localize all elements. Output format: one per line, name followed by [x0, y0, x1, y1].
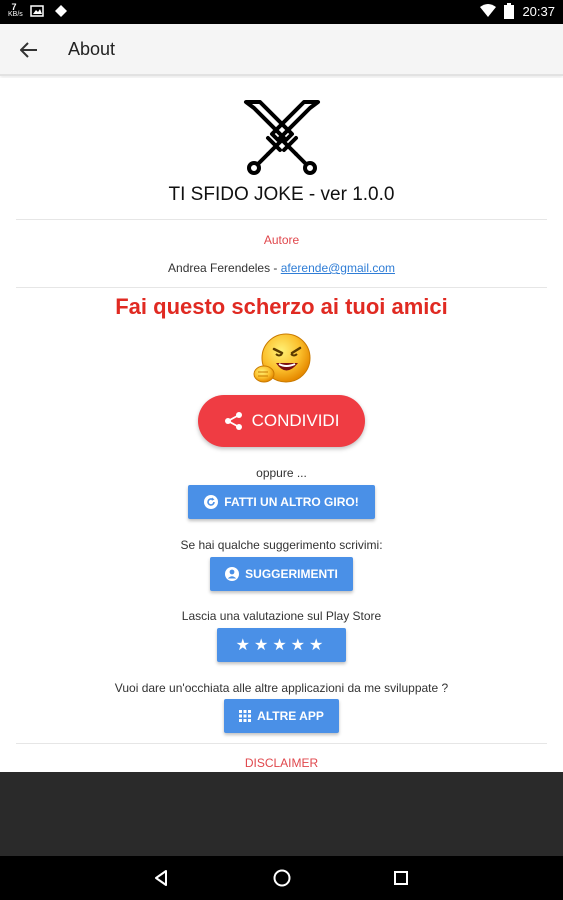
- network-speed-value: 7: [11, 2, 17, 12]
- wifi-icon: [480, 4, 497, 17]
- author-label: Autore: [263, 233, 300, 247]
- nav-back-icon: [155, 870, 167, 886]
- promo-headline: Fai questo scherzo ai tuoi amici: [115, 294, 448, 319]
- divider: [16, 219, 547, 220]
- nav-home-icon: [273, 869, 291, 887]
- page-title: About: [68, 39, 116, 59]
- more-apps-label: ALTRE APP: [257, 709, 324, 723]
- divider: [16, 287, 547, 288]
- author-name: Andrea Ferendeles -: [168, 261, 281, 275]
- laughing-emoji-icon: [253, 333, 311, 383]
- nav-home-button[interactable]: [267, 866, 297, 890]
- app-bar: About: [0, 24, 563, 76]
- status-bar: 7 KB/s 20:37: [0, 0, 563, 24]
- share-button[interactable]: CONDIVIDI: [198, 395, 365, 447]
- back-button[interactable]: [14, 36, 44, 64]
- nav-recents-icon: [394, 871, 408, 885]
- play-again-label: FATTI UN ALTRO GIRO!: [224, 495, 359, 509]
- disclaimer-link[interactable]: DISCLAIMER: [0, 756, 563, 770]
- more-apps-button[interactable]: ALTRE APP: [224, 699, 339, 733]
- suggestions-label: SUGGERIMENTI: [245, 567, 338, 581]
- crossed-swords-icon: [244, 100, 320, 175]
- image-icon: [30, 5, 44, 17]
- share-icon: [224, 412, 242, 430]
- back-arrow-icon: [20, 42, 37, 58]
- rate-text: Lascia una valutazione sul Play Store: [181, 609, 382, 623]
- suggestions-button[interactable]: SUGGERIMENTI: [210, 557, 353, 591]
- battery-icon: [504, 3, 515, 19]
- nav-back-button[interactable]: [146, 866, 176, 890]
- status-right: 20:37: [480, 3, 555, 19]
- play-again-button[interactable]: FATTI UN ALTRO GIRO!: [188, 485, 375, 519]
- rating-stars: ★★★★★: [235, 637, 328, 654]
- nav-recents-button[interactable]: [386, 866, 416, 890]
- grid-icon: [239, 710, 252, 722]
- clock: 20:37: [522, 3, 555, 19]
- account-icon: [225, 567, 240, 581]
- divider: [16, 743, 547, 744]
- author-email-link[interactable]: aferende@gmail.com: [281, 261, 395, 275]
- network-speed-unit: KB/s: [8, 11, 23, 18]
- share-button-label: CONDIVIDI: [251, 411, 340, 430]
- more-apps-text: Vuoi dare un'occhiata alle altre applica…: [114, 681, 449, 695]
- tag-icon: [55, 5, 67, 17]
- ad-banner-area[interactable]: [0, 772, 563, 856]
- suggest-text: Se hai qualche suggerimento scrivimi:: [180, 538, 383, 552]
- rate-button[interactable]: ★★★★★: [217, 628, 346, 662]
- refresh-icon: [204, 495, 219, 509]
- app-name: TI SFIDO JOKE - ver 1.0.0: [168, 184, 395, 205]
- author-line: Andrea Ferendeles - aferende@gmail.com: [0, 261, 563, 275]
- status-left: 7 KB/s: [8, 3, 68, 19]
- network-speed: 7 KB/s: [8, 2, 23, 19]
- about-content[interactable]: TI SFIDO JOKE - ver 1.0.0 Autore Andrea …: [0, 78, 563, 772]
- system-nav-bar: [0, 856, 563, 900]
- or-text: oppure ...: [256, 466, 307, 480]
